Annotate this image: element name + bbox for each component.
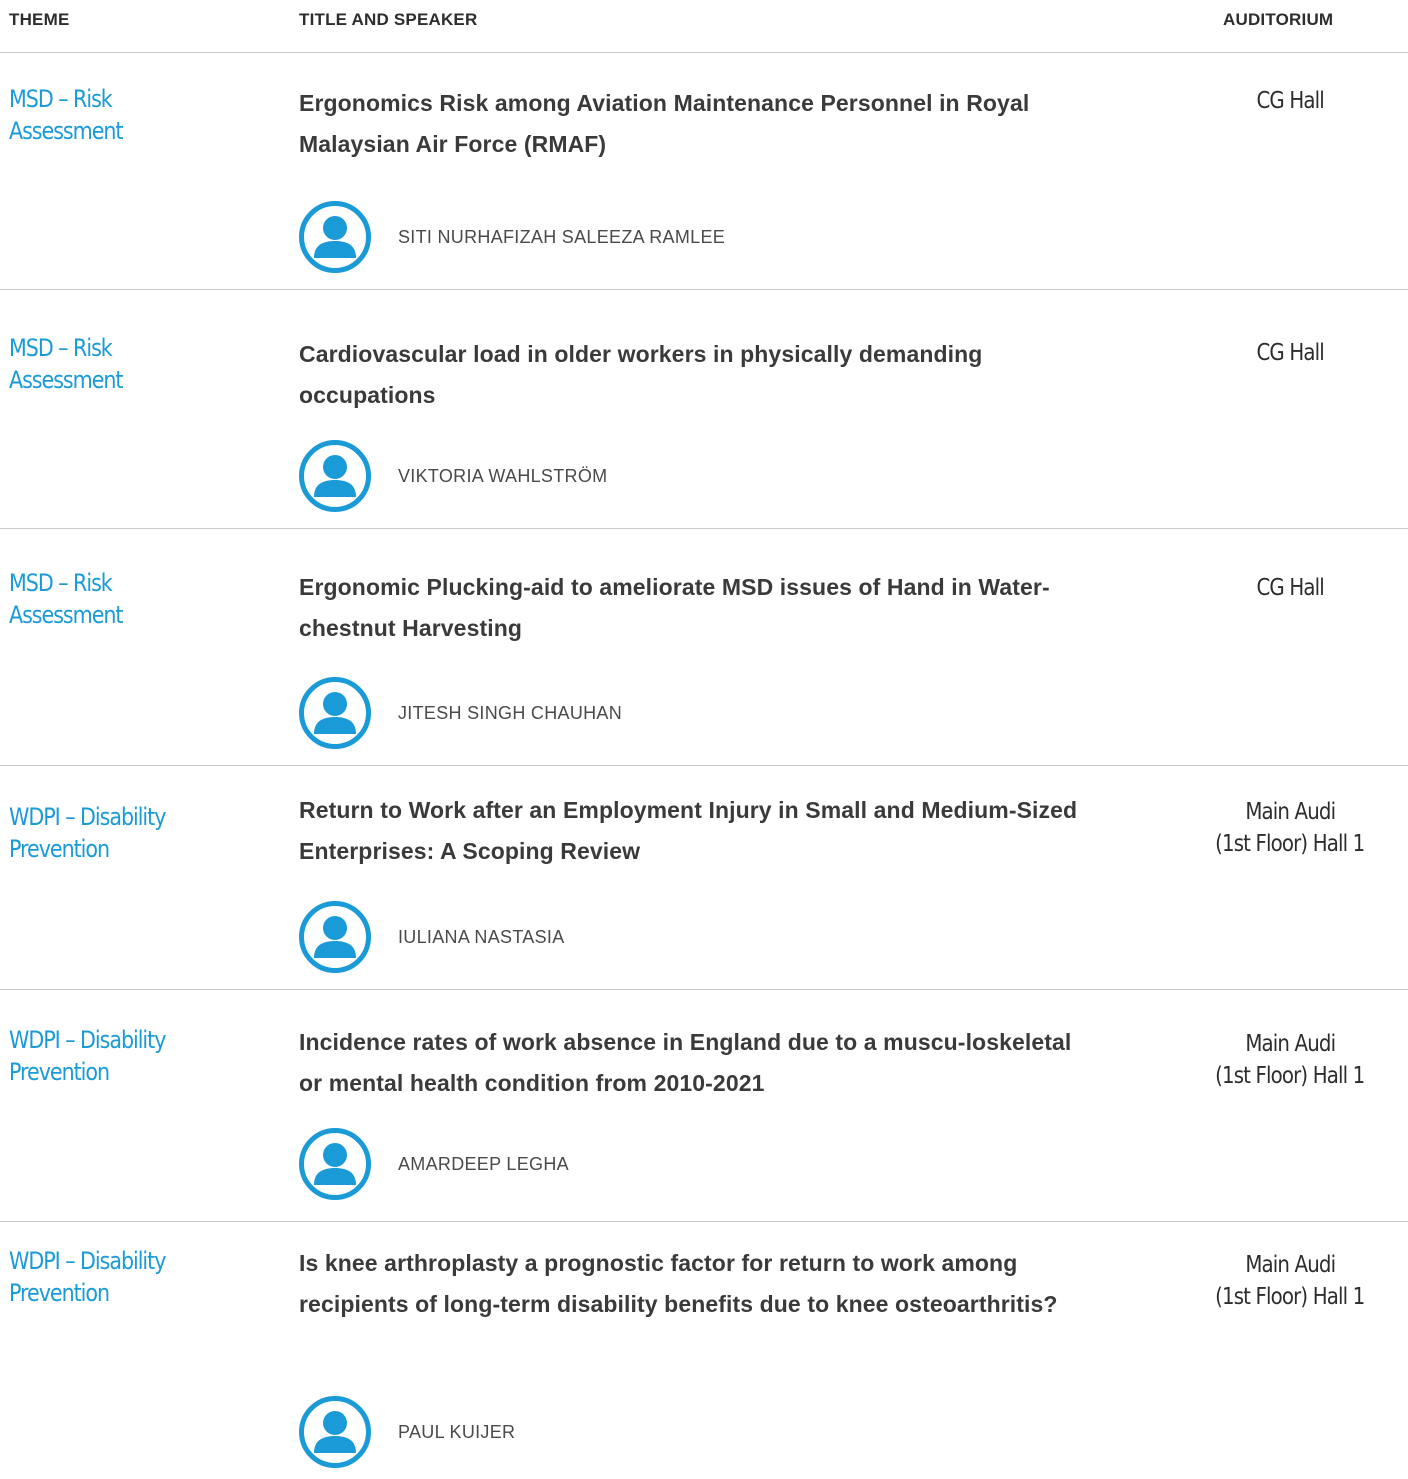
- auditorium: CG Hall: [1160, 572, 1408, 636]
- speaker: JITESH SINGH CHAUHAN: [299, 677, 622, 749]
- auditorium: Main Audi (1st Floor) Hall 1: [1160, 1249, 1408, 1313]
- session-row: WDPI – Disability Prevention Is knee art…: [0, 1222, 1408, 1479]
- table-header: THEME TITLE AND SPEAKER AUDITORIUM: [0, 0, 1408, 53]
- session-theme-link[interactable]: MSD – Risk Assessment: [9, 83, 207, 147]
- auditorium: CG Hall: [1160, 337, 1408, 401]
- user-avatar-icon: [299, 1396, 371, 1468]
- speaker: SITI NURHAFIZAH SALEEZA RAMLEE: [299, 201, 725, 273]
- speaker-name: JITESH SINGH CHAUHAN: [398, 702, 623, 723]
- auditorium-detail: (1st Floor) Hall 1: [1215, 1284, 1365, 1310]
- speaker-name: SITI NURHAFIZAH SALEEZA RAMLEE: [398, 226, 726, 247]
- speaker: PAUL KUIJER: [299, 1396, 515, 1468]
- session-theme-link[interactable]: WDPI – Disability Prevention: [9, 1245, 207, 1309]
- speaker-name: IULIANA NASTASIA: [398, 926, 565, 947]
- session-title: Is knee arthroplasty a prognostic factor…: [299, 1250, 1058, 1317]
- speaker: IULIANA NASTASIA: [299, 901, 565, 973]
- session-title: Return to Work after an Employment Injur…: [299, 797, 1078, 864]
- column-header-theme: THEME: [9, 10, 70, 29]
- user-avatar-icon: [299, 440, 371, 512]
- auditorium-name: Main Audi: [1245, 1031, 1336, 1057]
- session-theme-link[interactable]: MSD – Risk Assessment: [9, 567, 207, 631]
- session-row: MSD – Risk Assessment Ergonomic Plucking…: [0, 529, 1408, 766]
- auditorium-name: CG Hall: [1256, 340, 1324, 366]
- session-theme-link[interactable]: WDPI – Disability Prevention: [9, 1024, 207, 1088]
- auditorium-detail: (1st Floor) Hall 1: [1215, 1063, 1365, 1089]
- user-avatar-icon: [299, 201, 371, 273]
- session-theme-link[interactable]: WDPI – Disability Prevention: [9, 801, 207, 865]
- session-title: Ergonomics Risk among Aviation Maintenan…: [299, 90, 1030, 157]
- speaker-name: VIKTORIA WAHLSTRÖM: [398, 465, 608, 486]
- speaker: VIKTORIA WAHLSTRÖM: [299, 440, 607, 512]
- auditorium-name: Main Audi: [1245, 799, 1336, 825]
- auditorium: CG Hall: [1160, 85, 1408, 149]
- speaker-name: PAUL KUIJER: [398, 1421, 516, 1442]
- auditorium-name: CG Hall: [1256, 575, 1324, 601]
- auditorium-name: Main Audi: [1245, 1252, 1336, 1278]
- session-row: WDPI – Disability Prevention Return to W…: [0, 766, 1408, 990]
- session-row: MSD – Risk Assessment Cardiovascular loa…: [0, 290, 1408, 529]
- session-row: MSD – Risk Assessment Ergonomics Risk am…: [0, 53, 1408, 290]
- auditorium: Main Audi (1st Floor) Hall 1: [1160, 796, 1408, 860]
- user-avatar-icon: [299, 677, 371, 749]
- session-title: Incidence rates of work absence in Engla…: [299, 1029, 1072, 1096]
- user-avatar-icon: [299, 901, 371, 973]
- speaker-name: AMARDEEP LEGHA: [398, 1153, 569, 1174]
- session-title: Cardiovascular load in older workers in …: [299, 341, 983, 408]
- auditorium: Main Audi (1st Floor) Hall 1: [1160, 1028, 1408, 1092]
- session-theme-link[interactable]: MSD – Risk Assessment: [9, 332, 207, 396]
- column-header-auditorium: AUDITORIUM: [1223, 10, 1334, 29]
- column-header-title-speaker: TITLE AND SPEAKER: [299, 10, 478, 29]
- auditorium-detail: (1st Floor) Hall 1: [1215, 831, 1365, 857]
- auditorium-name: CG Hall: [1256, 88, 1324, 114]
- session-row: WDPI – Disability Prevention Incidence r…: [0, 990, 1408, 1222]
- speaker: AMARDEEP LEGHA: [299, 1128, 569, 1200]
- session-title: Ergonomic Plucking-aid to ameliorate MSD…: [299, 574, 1050, 641]
- user-avatar-icon: [299, 1128, 371, 1200]
